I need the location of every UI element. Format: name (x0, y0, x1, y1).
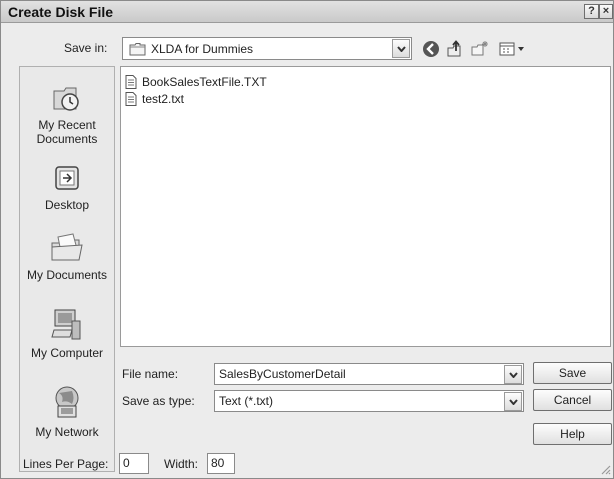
place-label: My Computer (30, 346, 104, 360)
place-desktop[interactable]: Desktop (20, 161, 114, 212)
place-label: Desktop (44, 198, 90, 212)
lines-per-page-input[interactable]: 0 (119, 453, 149, 474)
lines-per-page-label: Lines Per Page: (23, 457, 109, 471)
dialog-title: Create Disk File (8, 4, 114, 20)
width-input[interactable]: 80 (207, 453, 235, 474)
chevron-down-icon (509, 399, 518, 405)
my-network-icon (55, 386, 79, 418)
place-label: My Recent Documents (36, 118, 98, 146)
file-list[interactable]: BookSalesTextFile.TXT test2.txt (120, 66, 611, 347)
text-file-icon (125, 75, 137, 89)
file-name: BookSalesTextFile.TXT (142, 75, 267, 89)
my-computer-icon (51, 309, 81, 340)
title-help-button[interactable]: ? (584, 4, 599, 19)
save-in-dropdown[interactable]: XLDA for Dummies (122, 37, 412, 60)
save-in-dropdown-button[interactable] (392, 39, 410, 58)
folder-icon (129, 42, 146, 59)
file-name-dropdown-button[interactable] (504, 365, 522, 384)
create-disk-file-dialog: Create Disk File ? × Save in: XLDA for D… (0, 0, 614, 479)
save-as-type-value: Text (*.txt) (219, 394, 274, 408)
places-bar: My Recent Documents Desktop My Documents (19, 66, 115, 472)
save-button[interactable]: Save (533, 362, 612, 384)
place-label: My Network (35, 425, 99, 439)
title-close-button[interactable]: × (599, 4, 613, 19)
save-in-label: Save in: (64, 41, 108, 55)
back-icon[interactable] (421, 39, 441, 59)
save-as-type-label: Save as type: (122, 394, 195, 408)
place-my-computer[interactable]: My Computer (20, 307, 114, 360)
save-as-type-dropdown-button[interactable] (504, 392, 522, 411)
place-my-recent-documents[interactable]: My Recent Documents (20, 81, 114, 146)
recent-documents-icon (53, 87, 79, 111)
width-label: Width: (164, 457, 199, 471)
desktop-icon (55, 166, 79, 190)
save-in-value: XLDA for Dummies (151, 42, 254, 56)
my-documents-icon (51, 233, 83, 261)
file-name-label: File name: (122, 367, 179, 381)
file-name: test2.txt (142, 92, 185, 106)
chevron-down-icon (509, 372, 518, 378)
help-button[interactable]: Help (533, 423, 612, 445)
new-folder-icon[interactable] (470, 39, 490, 59)
resize-grip-icon[interactable] (599, 463, 611, 475)
views-menu-icon[interactable] (498, 39, 528, 59)
up-folder-icon[interactable] (445, 39, 465, 59)
text-file-icon (125, 92, 137, 106)
cancel-button[interactable]: Cancel (533, 389, 612, 411)
place-my-documents[interactable]: My Documents (20, 231, 114, 282)
save-as-type-select[interactable]: Text (*.txt) (214, 390, 524, 412)
file-name-value: SalesByCustomerDetail (219, 367, 346, 381)
file-name-input[interactable]: SalesByCustomerDetail (214, 363, 524, 385)
place-label: My Documents (26, 268, 108, 282)
chevron-down-icon (397, 46, 406, 52)
title-bar[interactable]: Create Disk File ? × (1, 1, 613, 23)
place-my-network[interactable]: My Network (20, 384, 114, 439)
